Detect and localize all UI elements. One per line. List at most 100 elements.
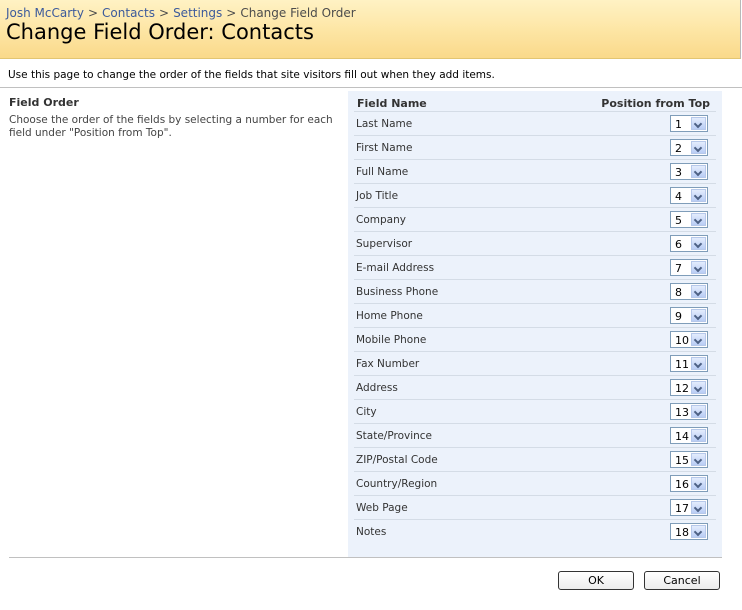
position-value: 4 bbox=[675, 190, 682, 203]
breadcrumb-separator: > bbox=[159, 6, 170, 20]
chevron-down-icon[interactable] bbox=[691, 357, 706, 370]
field-name: Full Name bbox=[356, 166, 409, 178]
chevron-down-icon[interactable] bbox=[691, 429, 706, 442]
field-name: Business Phone bbox=[356, 286, 439, 298]
position-select[interactable]: 3 bbox=[670, 163, 708, 180]
chevron-down-icon[interactable] bbox=[691, 189, 706, 202]
chevron-down-icon[interactable] bbox=[691, 477, 706, 490]
divider bbox=[9, 557, 722, 558]
chevron-down-icon[interactable] bbox=[691, 525, 706, 538]
field-row: First Name 2 bbox=[354, 135, 716, 160]
position-select[interactable]: 4 bbox=[670, 187, 708, 204]
chevron-down-icon[interactable] bbox=[691, 381, 706, 394]
breadcrumb-link-settings[interactable]: Settings bbox=[173, 6, 222, 20]
chevron-down-icon[interactable] bbox=[691, 213, 706, 226]
page-title: Change Field Order: Contacts bbox=[6, 20, 314, 44]
position-select[interactable]: 2 bbox=[670, 139, 708, 156]
position-value: 1 bbox=[675, 118, 682, 131]
field-name: Country/Region bbox=[356, 478, 438, 490]
field-row: City 13 bbox=[354, 399, 716, 424]
column-header-position: Position from Top bbox=[601, 97, 710, 110]
position-value: 11 bbox=[675, 358, 689, 371]
position-select[interactable]: 1 bbox=[670, 115, 708, 132]
position-select[interactable]: 18 bbox=[670, 523, 708, 540]
breadcrumb-separator: > bbox=[87, 6, 99, 20]
position-select[interactable]: 14 bbox=[670, 427, 708, 444]
position-value: 15 bbox=[675, 454, 689, 467]
breadcrumb-separator: > bbox=[226, 6, 237, 20]
breadcrumb-link-site[interactable]: Josh McCarty bbox=[6, 6, 84, 20]
position-select[interactable]: 9 bbox=[670, 307, 708, 324]
field-name: State/Province bbox=[356, 430, 433, 442]
breadcrumb-link-contacts[interactable]: Contacts bbox=[102, 6, 155, 20]
position-select[interactable]: 12 bbox=[670, 379, 708, 396]
position-select[interactable]: 15 bbox=[670, 451, 708, 468]
field-row: Address 12 bbox=[354, 375, 716, 400]
position-value: 8 bbox=[675, 286, 682, 299]
field-name: ZIP/Postal Code bbox=[356, 454, 438, 466]
position-value: 5 bbox=[675, 214, 682, 227]
field-row: Home Phone 9 bbox=[354, 303, 716, 328]
chevron-down-icon[interactable] bbox=[691, 405, 706, 418]
position-select[interactable]: 10 bbox=[670, 331, 708, 348]
position-value: 14 bbox=[675, 430, 689, 443]
field-row: Web Page 17 bbox=[354, 495, 716, 520]
position-value: 13 bbox=[675, 406, 689, 419]
chevron-down-icon[interactable] bbox=[691, 261, 706, 274]
position-value: 12 bbox=[675, 382, 689, 395]
page-header: Josh McCarty > Contacts > Settings > Change Fi… bbox=[0, 0, 741, 59]
field-row: Mobile Phone 10 bbox=[354, 327, 716, 352]
position-value: 2 bbox=[675, 142, 682, 155]
field-name: E-mail Address bbox=[356, 262, 435, 274]
position-value: 7 bbox=[675, 262, 682, 275]
chevron-down-icon[interactable] bbox=[691, 165, 706, 178]
position-value: 3 bbox=[675, 166, 682, 179]
field-row: ZIP/Postal Code 15 bbox=[354, 447, 716, 472]
position-select[interactable]: 16 bbox=[670, 475, 708, 492]
breadcrumb-current: Change Field Order bbox=[240, 6, 356, 20]
field-row: State/Province 14 bbox=[354, 423, 716, 448]
field-name: Address bbox=[356, 382, 398, 394]
chevron-down-icon[interactable] bbox=[691, 453, 706, 466]
position-value: 16 bbox=[675, 478, 689, 491]
position-select[interactable]: 5 bbox=[670, 211, 708, 228]
field-row: Business Phone 8 bbox=[354, 279, 716, 304]
field-name: First Name bbox=[356, 142, 413, 154]
position-value: 17 bbox=[675, 502, 689, 515]
field-row: Country/Region 16 bbox=[354, 471, 716, 496]
chevron-down-icon[interactable] bbox=[691, 309, 706, 322]
chevron-down-icon[interactable] bbox=[691, 285, 706, 298]
position-select[interactable]: 8 bbox=[670, 283, 708, 300]
position-select[interactable]: 13 bbox=[670, 403, 708, 420]
field-row: E-mail Address 7 bbox=[354, 255, 716, 280]
chevron-down-icon[interactable] bbox=[691, 333, 706, 346]
field-row: Notes 18 bbox=[354, 519, 716, 544]
section-description: Choose the order of the fields by select… bbox=[9, 114, 333, 139]
chevron-down-icon[interactable] bbox=[691, 117, 706, 130]
position-select[interactable]: 7 bbox=[670, 259, 708, 276]
field-row: Fax Number 11 bbox=[354, 351, 716, 376]
position-select[interactable]: 11 bbox=[670, 355, 708, 372]
page-description: Use this page to change the order of the… bbox=[8, 69, 495, 81]
ok-button[interactable]: OK bbox=[558, 571, 634, 590]
position-value: 18 bbox=[675, 526, 689, 539]
position-value: 9 bbox=[675, 310, 682, 323]
chevron-down-icon[interactable] bbox=[691, 501, 706, 514]
position-select[interactable]: 17 bbox=[670, 499, 708, 516]
column-header-field-name: Field Name bbox=[357, 97, 427, 110]
divider bbox=[0, 87, 742, 88]
field-row: Job Title 4 bbox=[354, 183, 716, 208]
section-title: Field Order bbox=[9, 96, 79, 109]
field-name: Fax Number bbox=[356, 358, 420, 370]
field-name: Last Name bbox=[356, 118, 413, 130]
field-name: Supervisor bbox=[356, 238, 413, 250]
chevron-down-icon[interactable] bbox=[691, 141, 706, 154]
field-name: Notes bbox=[356, 526, 387, 538]
cancel-button[interactable]: Cancel bbox=[644, 571, 720, 590]
breadcrumb: Josh McCarty > Contacts > Settings > Change Fi… bbox=[6, 6, 356, 20]
field-order-panel: Field Name Position from Top Last Name 1 F… bbox=[348, 91, 722, 557]
position-select[interactable]: 6 bbox=[670, 235, 708, 252]
field-name: Job Title bbox=[356, 190, 399, 202]
chevron-down-icon[interactable] bbox=[691, 237, 706, 250]
position-value: 10 bbox=[675, 334, 689, 347]
